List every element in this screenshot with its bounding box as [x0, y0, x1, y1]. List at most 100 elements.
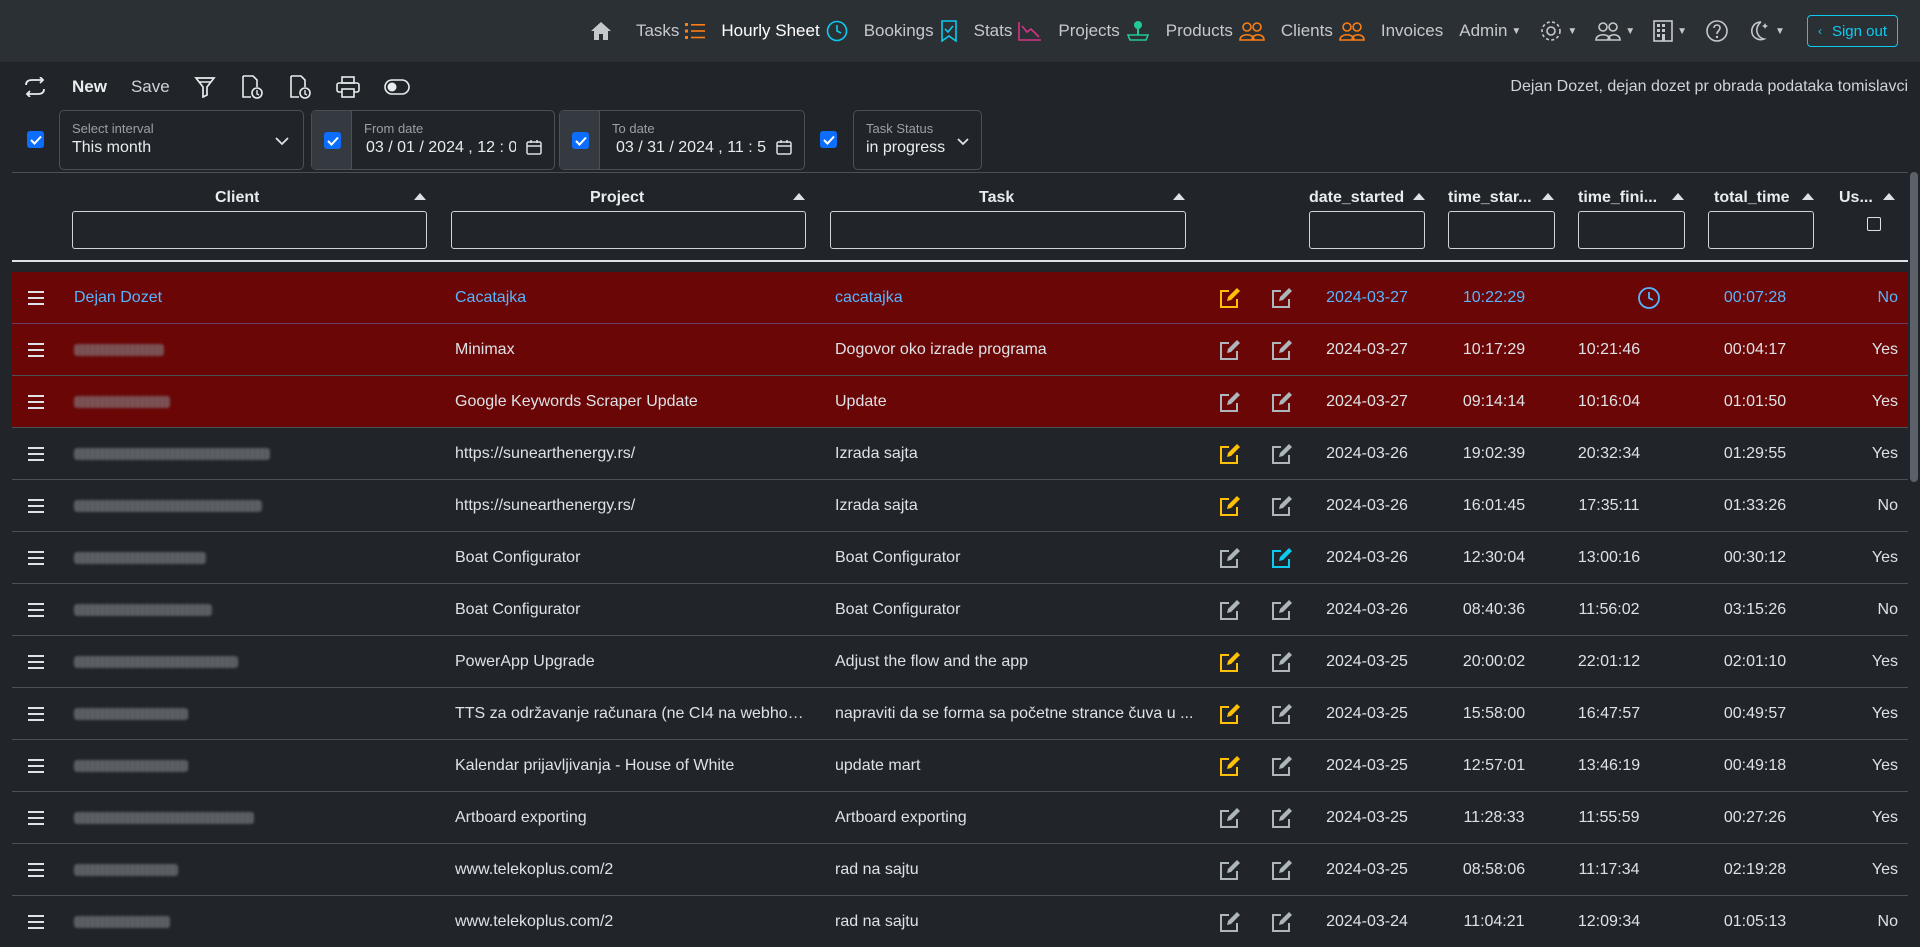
drag-handle-icon[interactable]	[28, 915, 44, 929]
used-filter-checkbox[interactable]	[1867, 217, 1881, 231]
edit-entry-button[interactable]	[1270, 858, 1294, 882]
column-header-time-started[interactable]: time_star...	[1448, 189, 1548, 207]
table-row[interactable]: https://sunearthenergy.rs/ Izrada sajta …	[12, 480, 1908, 532]
nav-projects[interactable]: Projects	[1058, 20, 1149, 42]
to-date-checkbox[interactable]	[572, 132, 589, 149]
edit-entry-button[interactable]	[1270, 754, 1294, 778]
edit-task-button[interactable]	[1218, 338, 1242, 362]
drag-handle-icon[interactable]	[28, 551, 44, 565]
nav-clients[interactable]: Clients	[1281, 21, 1365, 41]
drag-handle-icon[interactable]	[28, 707, 44, 721]
edit-task-button[interactable]	[1218, 390, 1242, 414]
drag-handle-icon[interactable]	[28, 499, 44, 513]
table-row[interactable]: https://sunearthenergy.rs/ Izrada sajta …	[12, 428, 1908, 480]
table-row[interactable]: Dejan Dozet Cacatajka cacatajka 2024-03-…	[12, 272, 1908, 324]
nav-tasks[interactable]: Tasks	[636, 21, 706, 41]
edit-task-button[interactable]	[1218, 754, 1242, 778]
edit-entry-button[interactable]	[1270, 442, 1294, 466]
new-button[interactable]: New	[72, 77, 107, 97]
nav-stats[interactable]: Stats	[974, 21, 1043, 41]
home-icon[interactable]	[590, 21, 612, 41]
edit-entry-button[interactable]	[1270, 910, 1294, 934]
drag-handle-icon[interactable]	[28, 395, 44, 409]
edit-entry-button[interactable]	[1270, 338, 1294, 362]
sort-asc-icon[interactable]	[1802, 193, 1814, 200]
toggle-switch[interactable]	[383, 79, 410, 95]
sort-asc-icon[interactable]	[793, 193, 805, 200]
date-started-filter-input[interactable]	[1309, 211, 1425, 249]
table-row[interactable]: TTS za održavanje računara (ne CI4 na we…	[12, 688, 1908, 740]
table-row[interactable]: PowerApp Upgrade Adjust the flow and the…	[12, 636, 1908, 688]
filter-button[interactable]	[193, 76, 216, 98]
table-row[interactable]: Boat Configurator Boat Configurator 2024…	[12, 584, 1908, 636]
theme-dropdown[interactable]: ▼	[1747, 19, 1785, 43]
task-filter-input[interactable]	[830, 211, 1186, 249]
edit-entry-button[interactable]	[1270, 286, 1294, 310]
sort-asc-icon[interactable]	[1542, 193, 1554, 200]
table-row[interactable]: www.telekoplus.com/2 rad na sajtu 2024-0…	[12, 844, 1908, 896]
column-header-project[interactable]: Project	[590, 189, 644, 207]
from-date-checkbox[interactable]	[324, 132, 341, 149]
sort-asc-icon[interactable]	[1883, 193, 1895, 200]
column-header-task[interactable]: Task	[979, 189, 1014, 207]
export-csv-button[interactable]	[240, 75, 264, 99]
client-filter-input[interactable]	[72, 211, 427, 249]
company-dropdown[interactable]: ▼	[1653, 20, 1687, 42]
column-header-total-time[interactable]: total_time	[1714, 189, 1814, 207]
edit-task-button[interactable]	[1218, 598, 1242, 622]
print-button[interactable]	[335, 76, 360, 98]
export-xlsx-button[interactable]	[288, 75, 312, 99]
from-date-input[interactable]: 03 / 01 / 2024 , 12 : 00	[366, 139, 516, 157]
nav-products[interactable]: Products	[1166, 21, 1265, 41]
column-header-time-finished[interactable]: time_fini...	[1578, 189, 1678, 207]
project-filter-input[interactable]	[451, 211, 806, 249]
column-header-client[interactable]: Client	[215, 189, 259, 207]
edit-task-button[interactable]	[1218, 546, 1242, 570]
drag-handle-icon[interactable]	[28, 343, 44, 357]
sort-asc-icon[interactable]	[1173, 193, 1185, 200]
edit-entry-button[interactable]	[1270, 494, 1294, 518]
edit-task-button[interactable]	[1218, 650, 1242, 674]
total-time-filter-input[interactable]	[1708, 211, 1814, 249]
edit-task-button[interactable]	[1218, 806, 1242, 830]
edit-task-button[interactable]	[1218, 858, 1242, 882]
settings-dropdown[interactable]: ▼	[1539, 19, 1577, 43]
nav-admin-dropdown[interactable]: Admin ▼	[1459, 21, 1521, 41]
time-started-filter-input[interactable]	[1448, 211, 1555, 249]
edit-entry-button[interactable]	[1270, 546, 1294, 570]
users-dropdown[interactable]: ▼	[1595, 21, 1635, 41]
sort-asc-icon[interactable]	[1413, 193, 1425, 200]
edit-entry-button[interactable]	[1270, 650, 1294, 674]
status-checkbox[interactable]	[820, 131, 837, 148]
table-row[interactable]: Artboard exporting Artboard exporting 20…	[12, 792, 1908, 844]
drag-handle-icon[interactable]	[28, 759, 44, 773]
sort-asc-icon[interactable]	[414, 193, 426, 200]
column-header-date-started[interactable]: date_started	[1309, 189, 1429, 207]
refresh-button[interactable]	[22, 77, 48, 97]
interval-checkbox[interactable]	[27, 131, 44, 148]
edit-task-button[interactable]	[1218, 702, 1242, 726]
edit-entry-button[interactable]	[1270, 702, 1294, 726]
interval-select[interactable]: Select interval This month	[59, 110, 304, 170]
edit-task-button[interactable]	[1218, 910, 1242, 934]
edit-task-button[interactable]	[1218, 442, 1242, 466]
vertical-scrollbar[interactable]	[1910, 172, 1918, 482]
nav-invoices[interactable]: Invoices	[1381, 21, 1443, 41]
table-row[interactable]: Kalendar prijavljivanja - House of White…	[12, 740, 1908, 792]
calendar-icon[interactable]	[776, 139, 792, 160]
running-clock-icon[interactable]	[1637, 286, 1661, 315]
help-button[interactable]	[1705, 19, 1729, 43]
sort-asc-icon[interactable]	[1672, 193, 1684, 200]
to-date-input[interactable]: 03 / 31 / 2024 , 11 : 59	[616, 139, 766, 157]
column-header-used[interactable]: Us...	[1839, 189, 1879, 207]
drag-handle-icon[interactable]	[28, 863, 44, 877]
nav-hourly-sheet[interactable]: Hourly Sheet	[721, 20, 847, 42]
drag-handle-icon[interactable]	[28, 811, 44, 825]
drag-handle-icon[interactable]	[28, 447, 44, 461]
edit-task-button[interactable]	[1218, 494, 1242, 518]
table-row[interactable]: Boat Configurator Boat Configurator 2024…	[12, 532, 1908, 584]
edit-entry-button[interactable]	[1270, 806, 1294, 830]
edit-task-button[interactable]	[1218, 286, 1242, 310]
calendar-icon[interactable]	[526, 139, 542, 160]
drag-handle-icon[interactable]	[28, 603, 44, 617]
